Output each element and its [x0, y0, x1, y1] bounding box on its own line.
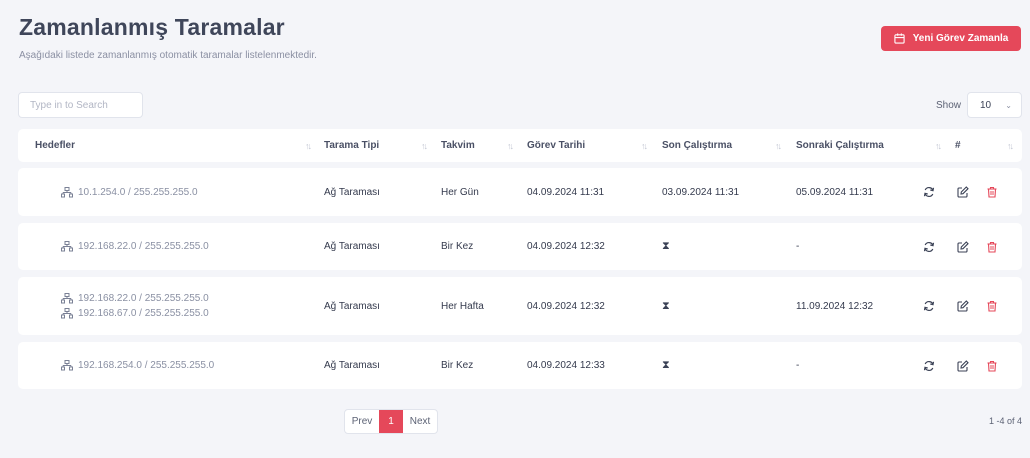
task-date-cell: 04.09.2024 12:32 — [527, 300, 605, 312]
hourglass-icon: ⧗ — [662, 240, 670, 252]
sort-icon[interactable]: ↑↓ — [305, 129, 312, 162]
page-header: Zamanlanmış Taramalar Aşağıdaki listede … — [19, 14, 317, 61]
schedule-cell: Bir Kez — [441, 360, 474, 371]
sort-icon[interactable]: ↑↓ — [775, 129, 782, 162]
edit-icon[interactable] — [957, 277, 969, 335]
page-1-button[interactable]: 1 — [379, 410, 403, 433]
page-size-select[interactable]: 10 ⌄ — [967, 92, 1022, 118]
target-item: 192.168.22.0 / 255.255.255.0 — [61, 293, 209, 304]
network-icon — [61, 308, 73, 319]
network-icon — [61, 186, 73, 197]
target-item: 192.168.254.0 / 255.255.255.0 — [61, 360, 214, 371]
scan-type-cell: Ağ Taraması — [324, 186, 380, 198]
scan-type-cell: Ağ Taraması — [324, 300, 380, 312]
target-address: 10.1.254.0 / 255.255.255.0 — [78, 186, 198, 198]
table-row: 192.168.22.0 / 255.255.255.0 Ağ Taraması… — [18, 223, 1022, 270]
chevron-down-icon: ⌄ — [1005, 100, 1012, 110]
refresh-icon[interactable] — [923, 168, 935, 216]
search-input[interactable] — [18, 92, 143, 118]
targets-cell: 10.1.254.0 / 255.255.255.0 — [61, 168, 198, 216]
targets-cell: 192.168.22.0 / 255.255.255.0 192.168.67.… — [61, 277, 209, 335]
trash-icon[interactable] — [986, 168, 998, 216]
hourglass-icon: ⧗ — [662, 359, 670, 371]
next-run-cell: - — [796, 241, 800, 252]
new-schedule-button[interactable]: Yeni Görev Zamanla — [881, 26, 1021, 51]
network-icon — [61, 293, 73, 304]
target-address: 192.168.254.0 / 255.255.255.0 — [78, 360, 215, 371]
trash-icon[interactable] — [986, 342, 998, 389]
show-label: Show — [935, 99, 961, 111]
next-run-cell: - — [796, 360, 800, 371]
refresh-icon[interactable] — [923, 223, 935, 270]
edit-icon[interactable] — [957, 168, 969, 216]
pagination: Prev 1 Next — [344, 409, 438, 434]
target-item: 192.168.22.0 / 255.255.255.0 — [61, 241, 209, 252]
next-run-cell: 11.09.2024 12:32 — [796, 300, 874, 312]
sort-icon[interactable]: ↑↓ — [641, 129, 648, 162]
new-schedule-label: Yeni Görev Zamanla — [912, 33, 1009, 44]
table-row: 192.168.254.0 / 255.255.255.0 Ağ Taramas… — [18, 342, 1022, 389]
scan-type-cell: Ağ Taraması — [324, 241, 380, 252]
task-date-cell: 04.09.2024 12:33 — [527, 360, 605, 371]
scan-type-cell: Ağ Taraması — [324, 360, 380, 371]
page-subtitle: Aşağıdaki listede zamanlanmış otomatik t… — [19, 50, 317, 61]
column-header-actions: # — [955, 140, 961, 151]
table-header: Hedefler ↑↓ Tarama Tipi ↑↓ Takvim ↑↓ Gör… — [18, 129, 1022, 162]
target-item: 10.1.254.0 / 255.255.255.0 — [61, 186, 198, 198]
hourglass-icon: ⧗ — [662, 299, 670, 312]
schedule-cell: Her Hafta — [441, 300, 484, 312]
page-size-value: 10 — [980, 99, 992, 111]
page-size-control: Show 10 ⌄ — [936, 92, 1022, 118]
target-address: 192.168.22.0 / 255.255.255.0 — [78, 293, 209, 304]
task-date-cell: 04.09.2024 12:32 — [527, 241, 605, 252]
sort-icon[interactable]: ↑↓ — [1007, 129, 1014, 162]
sort-icon[interactable]: ↑↓ — [935, 129, 942, 162]
column-header-task-date[interactable]: Görev Tarihi — [527, 129, 585, 162]
target-address: 192.168.22.0 / 255.255.255.0 — [78, 241, 209, 252]
schedule-cell: Her Gün — [441, 186, 479, 198]
prev-page-button[interactable]: Prev — [345, 410, 379, 433]
sort-icon[interactable]: ↑↓ — [421, 129, 428, 162]
column-header-last-run[interactable]: Son Çalıştırma — [662, 129, 732, 162]
refresh-icon[interactable] — [923, 277, 935, 335]
last-run-cell: 03.09.2024 11:31 — [662, 186, 740, 198]
task-date-cell: 04.09.2024 11:31 — [527, 186, 605, 198]
edit-icon[interactable] — [957, 342, 969, 389]
page-title: Zamanlanmış Taramalar — [19, 14, 285, 40]
column-header-next-run[interactable]: Sonraki Çalıştırma — [796, 129, 884, 162]
table-row: 192.168.22.0 / 255.255.255.0 192.168.67.… — [18, 277, 1022, 335]
column-header-targets[interactable]: Hedefler — [35, 129, 75, 162]
sort-icon[interactable]: ↑↓ — [507, 129, 514, 162]
targets-cell: 192.168.22.0 / 255.255.255.0 — [61, 223, 209, 270]
refresh-icon[interactable] — [923, 342, 935, 389]
targets-cell: 192.168.254.0 / 255.255.255.0 — [61, 342, 214, 389]
network-icon — [61, 360, 73, 371]
table-row: 10.1.254.0 / 255.255.255.0 Ağ Taraması H… — [18, 168, 1022, 216]
trash-icon[interactable] — [986, 277, 998, 335]
trash-icon[interactable] — [986, 223, 998, 270]
target-item: 192.168.67.0 / 255.255.255.0 — [61, 308, 209, 319]
next-run-cell: 05.09.2024 11:31 — [796, 186, 874, 198]
column-header-scan-type[interactable]: Tarama Tipi — [324, 129, 379, 162]
column-header-schedule[interactable]: Takvim — [441, 129, 475, 162]
pagination-range: 1 -4 of 4 — [988, 416, 1022, 426]
next-page-button[interactable]: Next — [403, 410, 437, 433]
calendar-icon — [894, 33, 905, 44]
target-address: 192.168.67.0 / 255.255.255.0 — [78, 308, 209, 319]
network-icon — [61, 241, 73, 252]
edit-icon[interactable] — [957, 223, 969, 270]
schedule-cell: Bir Kez — [441, 241, 474, 252]
